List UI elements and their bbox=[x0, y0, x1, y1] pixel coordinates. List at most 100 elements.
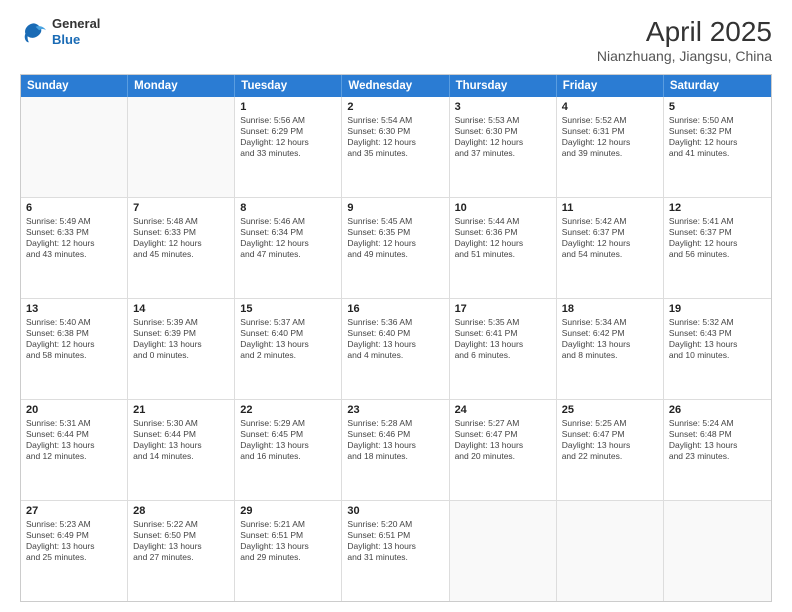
cal-cell-10: 10 Sunrise: 5:44 AMSunset: 6:36 PMDayligh… bbox=[450, 198, 557, 298]
cal-cell-empty-0-0 bbox=[21, 97, 128, 197]
cal-cell-empty-4-5 bbox=[557, 501, 664, 601]
cell-info-line: Daylight: 13 hours bbox=[240, 339, 336, 350]
day-number: 12 bbox=[669, 202, 766, 214]
cell-info-line: and 22 minutes. bbox=[562, 451, 658, 462]
cell-info-line: and 35 minutes. bbox=[347, 148, 443, 159]
cell-info-line: Sunset: 6:34 PM bbox=[240, 227, 336, 238]
cell-info-line: Sunset: 6:44 PM bbox=[26, 429, 122, 440]
cell-info-line: and 43 minutes. bbox=[26, 249, 122, 260]
cell-info-line: Daylight: 13 hours bbox=[347, 440, 443, 451]
cell-info-line: and 0 minutes. bbox=[133, 350, 229, 361]
cell-info-line: and 18 minutes. bbox=[347, 451, 443, 462]
cell-info-line: and 45 minutes. bbox=[133, 249, 229, 260]
cell-info-line: Sunrise: 5:41 AM bbox=[669, 216, 766, 227]
cell-info-line: Daylight: 12 hours bbox=[347, 238, 443, 249]
cal-cell-2: 2Sunrise: 5:54 AMSunset: 6:30 PMDaylight… bbox=[342, 97, 449, 197]
cell-info-line: and 10 minutes. bbox=[669, 350, 766, 361]
page: General Blue April 2025 Nianzhuang, Jian… bbox=[0, 0, 792, 612]
cell-info-line: Sunset: 6:30 PM bbox=[347, 126, 443, 137]
cal-cell-empty-0-1 bbox=[128, 97, 235, 197]
cell-info-line: Sunrise: 5:48 AM bbox=[133, 216, 229, 227]
cal-cell-17: 17Sunrise: 5:35 AMSunset: 6:41 PMDayligh… bbox=[450, 299, 557, 399]
cell-info-line: and 54 minutes. bbox=[562, 249, 658, 260]
header: General Blue April 2025 Nianzhuang, Jian… bbox=[20, 16, 772, 64]
cal-cell-26: 26Sunrise: 5:24 AMSunset: 6:48 PMDayligh… bbox=[664, 400, 771, 500]
cell-info-line: and 51 minutes. bbox=[455, 249, 551, 260]
cell-info-line: Sunset: 6:36 PM bbox=[455, 227, 551, 238]
cell-info-line: Daylight: 13 hours bbox=[26, 440, 122, 451]
cell-info-line: Daylight: 13 hours bbox=[562, 339, 658, 350]
cell-info-line: and 20 minutes. bbox=[455, 451, 551, 462]
day-number: 24 bbox=[455, 404, 551, 416]
cal-cell-12: 12Sunrise: 5:41 AMSunset: 6:37 PMDayligh… bbox=[664, 198, 771, 298]
logo-blue: Blue bbox=[52, 32, 100, 48]
cell-info-line: Daylight: 13 hours bbox=[26, 541, 122, 552]
cell-info-line: Sunset: 6:37 PM bbox=[669, 227, 766, 238]
cell-info-line: Sunset: 6:45 PM bbox=[240, 429, 336, 440]
cell-info-line: Sunset: 6:38 PM bbox=[26, 328, 122, 339]
cal-cell-7: 7Sunrise: 5:48 AMSunset: 6:33 PMDaylight… bbox=[128, 198, 235, 298]
day-number: 23 bbox=[347, 404, 443, 416]
cell-info-line: Sunrise: 5:30 AM bbox=[133, 418, 229, 429]
day-number: 27 bbox=[26, 505, 122, 517]
cell-info-line: Sunrise: 5:35 AM bbox=[455, 317, 551, 328]
cal-cell-29: 29Sunrise: 5:21 AMSunset: 6:51 PMDayligh… bbox=[235, 501, 342, 601]
cell-info-line: Sunrise: 5:29 AM bbox=[240, 418, 336, 429]
cell-info-line: Sunset: 6:47 PM bbox=[455, 429, 551, 440]
day-number: 15 bbox=[240, 303, 336, 315]
day-number: 10 bbox=[455, 202, 551, 214]
cal-cell-empty-4-6 bbox=[664, 501, 771, 601]
cell-info-line: Sunset: 6:48 PM bbox=[669, 429, 766, 440]
cell-info-line: Sunrise: 5:28 AM bbox=[347, 418, 443, 429]
cell-info-line: Daylight: 13 hours bbox=[669, 440, 766, 451]
cell-info-line: Sunrise: 5:53 AM bbox=[455, 115, 551, 126]
day-number: 18 bbox=[562, 303, 658, 315]
cell-info-line: Sunset: 6:33 PM bbox=[26, 227, 122, 238]
day-number: 9 bbox=[347, 202, 443, 214]
day-number: 22 bbox=[240, 404, 336, 416]
cell-info-line: Daylight: 12 hours bbox=[26, 339, 122, 350]
day-number: 5 bbox=[669, 101, 766, 113]
cell-info-line: Daylight: 12 hours bbox=[347, 137, 443, 148]
cell-info-line: Sunset: 6:41 PM bbox=[455, 328, 551, 339]
cell-info-line: Sunrise: 5:42 AM bbox=[562, 216, 658, 227]
day-number: 1 bbox=[240, 101, 336, 113]
cell-info-line: and 58 minutes. bbox=[26, 350, 122, 361]
cell-info-line: and 33 minutes. bbox=[240, 148, 336, 159]
calendar-row-4: 27Sunrise: 5:23 AMSunset: 6:49 PMDayligh… bbox=[21, 501, 771, 601]
cell-info-line: Sunrise: 5:27 AM bbox=[455, 418, 551, 429]
cell-info-line: Daylight: 13 hours bbox=[455, 440, 551, 451]
cell-info-line: Daylight: 13 hours bbox=[347, 541, 443, 552]
day-number: 14 bbox=[133, 303, 229, 315]
cell-info-line: Daylight: 12 hours bbox=[240, 137, 336, 148]
calendar-row-0: 1Sunrise: 5:56 AMSunset: 6:29 PMDaylight… bbox=[21, 97, 771, 198]
cal-cell-24: 24 Sunrise: 5:27 AMSunset: 6:47 PMDayligh… bbox=[450, 400, 557, 500]
cell-info-line: Sunrise: 5:22 AM bbox=[133, 519, 229, 530]
cal-cell-20: 20Sunrise: 5:31 AMSunset: 6:44 PMDayligh… bbox=[21, 400, 128, 500]
cell-info-line: Sunset: 6:46 PM bbox=[347, 429, 443, 440]
cell-info-line: Sunset: 6:47 PM bbox=[562, 429, 658, 440]
cell-info-line: Daylight: 13 hours bbox=[562, 440, 658, 451]
header-day-friday: Friday bbox=[557, 75, 664, 97]
cell-info-line: Sunrise: 5:45 AM bbox=[347, 216, 443, 227]
cell-info-line: Sunrise: 5:52 AM bbox=[562, 115, 658, 126]
cell-info-line: Sunset: 6:44 PM bbox=[133, 429, 229, 440]
cell-info-line: and 39 minutes. bbox=[562, 148, 658, 159]
cell-info-line: Daylight: 12 hours bbox=[562, 137, 658, 148]
day-number: 7 bbox=[133, 202, 229, 214]
cell-info-line: and 14 minutes. bbox=[133, 451, 229, 462]
cell-info-line: Daylight: 12 hours bbox=[455, 137, 551, 148]
cell-info-line: Daylight: 12 hours bbox=[455, 238, 551, 249]
cell-info-line: Sunrise: 5:23 AM bbox=[26, 519, 122, 530]
cell-info-line: Sunrise: 5:44 AM bbox=[455, 216, 551, 227]
cell-info-line: Daylight: 13 hours bbox=[133, 440, 229, 451]
title-block: April 2025 Nianzhuang, Jiangsu, China bbox=[597, 16, 772, 64]
cell-info-line: Daylight: 13 hours bbox=[133, 541, 229, 552]
cell-info-line: and 29 minutes. bbox=[240, 552, 336, 563]
cell-info-line: Sunset: 6:42 PM bbox=[562, 328, 658, 339]
cell-info-line: Sunset: 6:37 PM bbox=[562, 227, 658, 238]
cell-info-line: and 56 minutes. bbox=[669, 249, 766, 260]
cal-cell-28: 28Sunrise: 5:22 AMSunset: 6:50 PMDayligh… bbox=[128, 501, 235, 601]
calendar-header: SundayMondayTuesdayWednesdayThursdayFrid… bbox=[21, 75, 771, 97]
cell-info-line: Sunrise: 5:54 AM bbox=[347, 115, 443, 126]
